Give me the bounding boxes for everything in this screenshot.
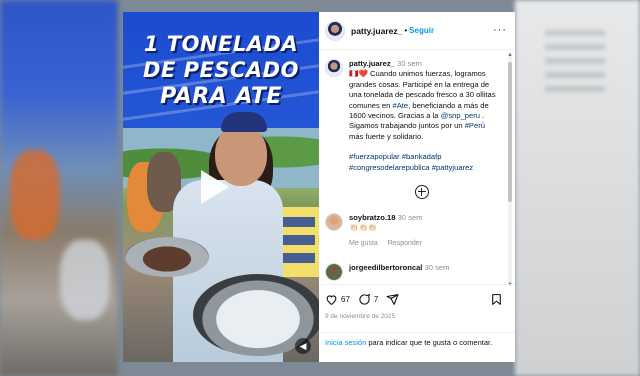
comment-like-button[interactable]: Me gusta <box>349 240 378 247</box>
avatar[interactable] <box>325 59 343 77</box>
comment-username[interactable]: jorgeedilbertoroncal <box>349 263 422 272</box>
blurred-background-right <box>515 0 640 376</box>
follow-button[interactable]: Seguir <box>409 26 434 35</box>
login-link[interactable]: Inicia sesión <box>325 338 366 347</box>
caption: patty.juarez_ 30 sem 🇵🇪❤️ Cuando unimos … <box>319 51 515 173</box>
caption-emoji: 🇵🇪❤️ <box>349 69 368 79</box>
hashtag-link[interactable]: #Ate <box>393 101 409 110</box>
media-headline-line-1: 1 TONELADA <box>143 32 299 56</box>
avatar[interactable] <box>325 263 343 282</box>
media-woman-cap <box>221 112 267 132</box>
comment-icon[interactable] <box>358 293 371 306</box>
login-prompt-text: para indicar que te gusta o comentar. <box>368 338 493 347</box>
more-options-icon[interactable]: ··· <box>493 24 507 36</box>
comment-username[interactable]: soybratzo.18 <box>349 213 395 222</box>
caption-hashtags[interactable]: #fuerzapopular #bankadafp #congresodelar… <box>349 152 499 173</box>
post-actions: 67 7 9 de noviembre de 2025 <box>319 284 515 320</box>
comments-count[interactable]: 7 <box>374 295 378 304</box>
media-headline-line-3: PARA ATE <box>160 84 282 109</box>
mute-icon[interactable]: ◀ <box>295 338 311 354</box>
comment-time: 30 sem <box>424 263 450 273</box>
separator-dot: • <box>404 26 408 35</box>
heart-icon[interactable] <box>325 293 338 306</box>
login-prompt: Inicia sesión para indicar que te gusta … <box>319 332 515 348</box>
comment-time: 30 sem <box>397 213 423 223</box>
caption-time: 30 sem <box>396 59 422 68</box>
post-header: patty.juarez_ • Seguir ··· <box>319 12 515 50</box>
media-headline-line-2: DE PESCADO <box>143 58 299 82</box>
caption-body: patty.juarez_ 30 sem 🇵🇪❤️ Cuando unimos … <box>349 59 499 173</box>
bookmark-icon[interactable] <box>490 293 503 306</box>
comments-list: patty.juarez_ 30 sem 🇵🇪❤️ Cuando unimos … <box>319 51 515 284</box>
comment-item: jorgeedilbertoroncal 30 sem <box>319 263 515 282</box>
hashtag-link[interactable]: #Perú <box>465 121 485 130</box>
media-pan <box>125 237 209 277</box>
blurred-background-left <box>0 0 118 376</box>
post-side-panel: patty.juarez_ • Seguir ··· ▲ ▼ patty.jua… <box>319 12 515 362</box>
post-date: 9 de noviembre de 2025 <box>325 313 396 320</box>
share-icon[interactable] <box>386 293 399 306</box>
comment-text: 👏🏻👏🏻👏🏻 <box>349 223 378 233</box>
post-video[interactable]: 1 TONELADA DE PESCADO PARA ATE ◀ <box>123 12 319 362</box>
play-icon[interactable] <box>201 170 229 204</box>
comment-item: soybratzo.18 30 sem 👏🏻👏🏻👏🏻 Me gusta Resp… <box>319 213 515 249</box>
caption-username[interactable]: patty.juarez_ <box>349 59 395 68</box>
comment-body: soybratzo.18 30 sem 👏🏻👏🏻👏🏻 Me gusta Resp… <box>349 213 430 249</box>
avatar[interactable] <box>325 213 343 232</box>
header-username[interactable]: patty.juarez_ <box>351 26 402 36</box>
add-comments-icon[interactable] <box>415 185 429 200</box>
likes-count[interactable]: 67 <box>341 295 350 304</box>
comment-body: jorgeedilbertoroncal 30 sem <box>349 263 449 281</box>
comment-reply-button[interactable]: Responder <box>388 240 422 247</box>
caption-text: más fuerte y solidario. <box>349 131 424 141</box>
mention-link[interactable]: @snp_peru <box>441 111 480 120</box>
post-modal: 1 TONELADA DE PESCADO PARA ATE ◀ patty.j… <box>123 12 515 362</box>
avatar[interactable] <box>325 20 345 41</box>
